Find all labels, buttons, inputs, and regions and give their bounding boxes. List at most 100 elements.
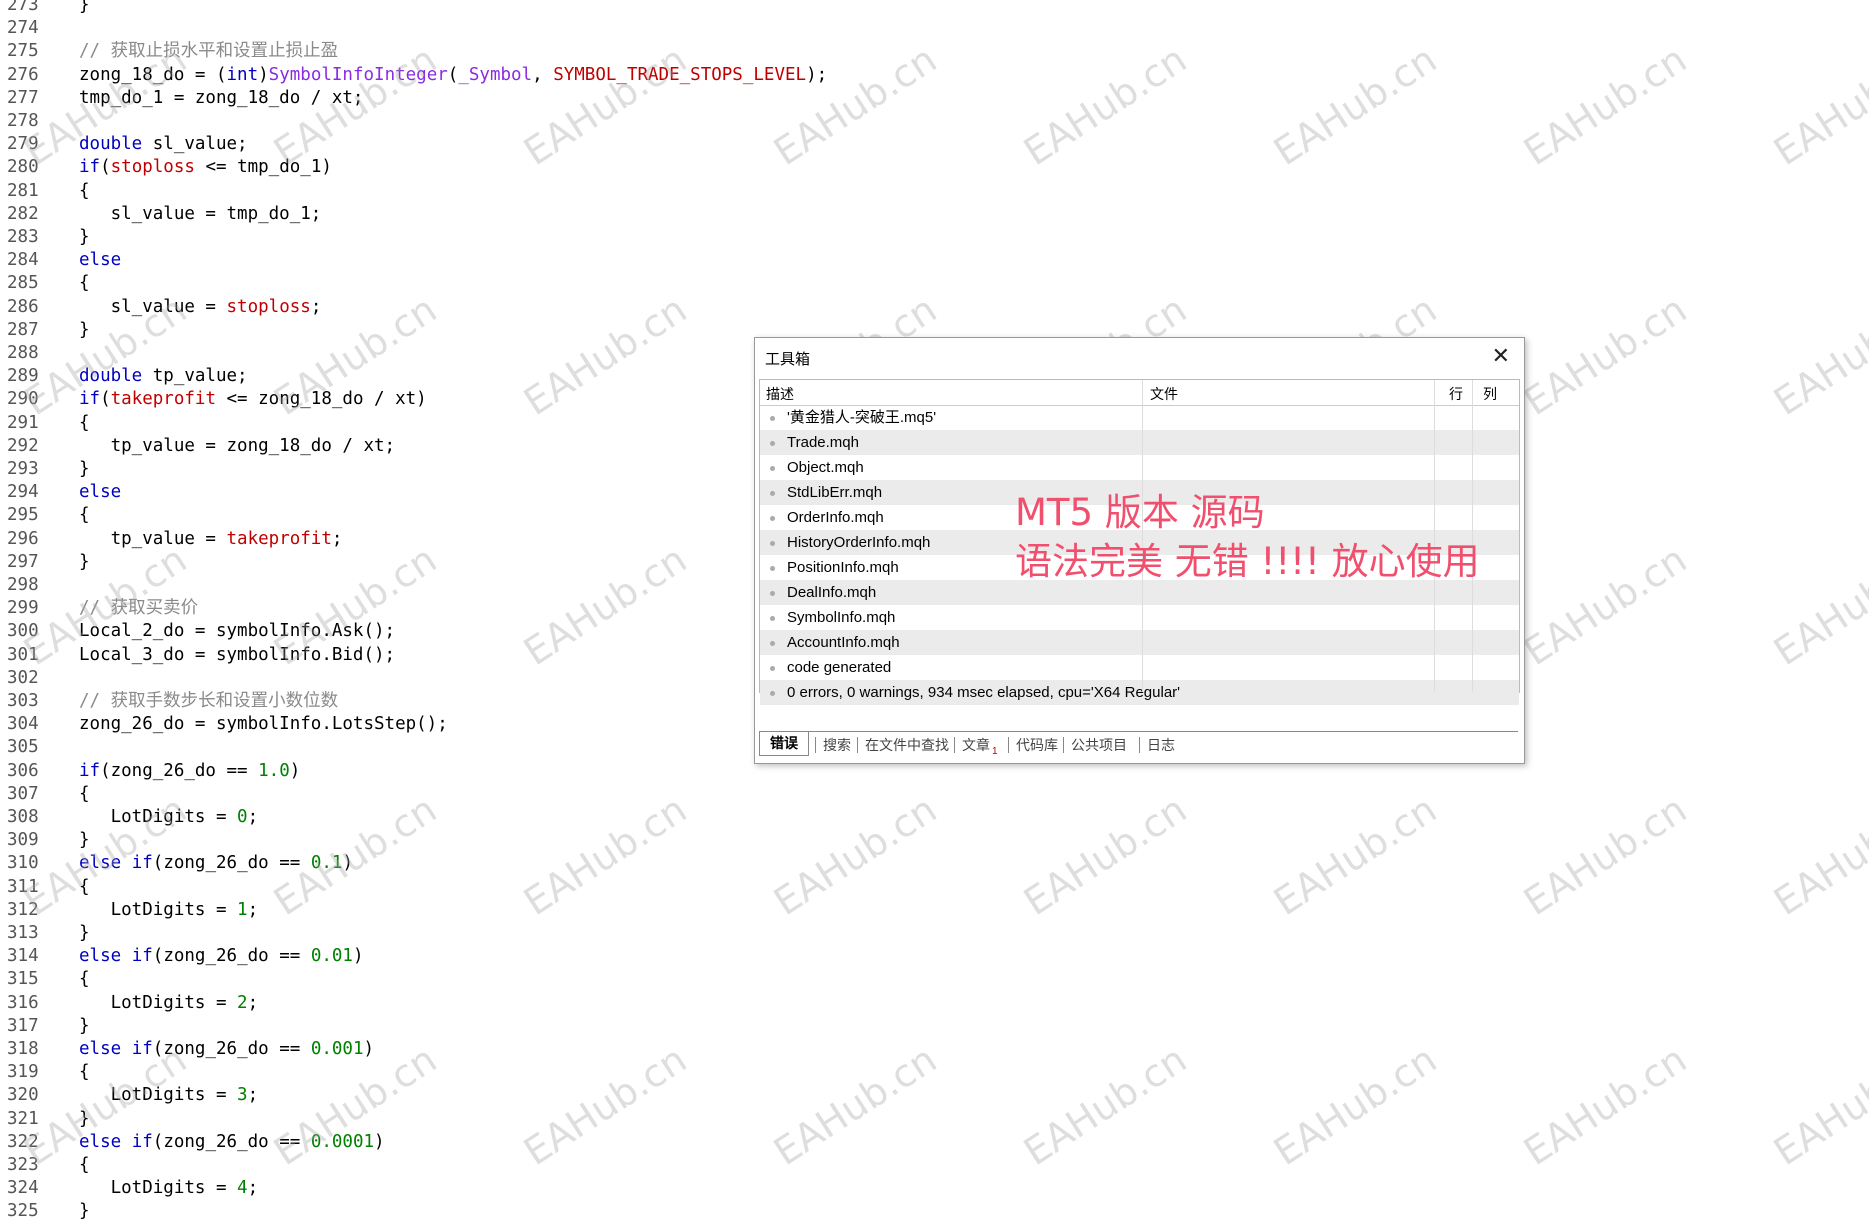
table-row[interactable]: Object.mqh [760, 455, 1519, 480]
code-token: if [131, 853, 153, 874]
code-token: <= tmp_do_1) [194, 157, 332, 178]
code-token: } [79, 1015, 90, 1036]
table-row[interactable]: '黄金猎人-突破王.mq5' [760, 405, 1519, 430]
code-line[interactable]: 322 else if(zong_26_do == 0.0001) [0, 1131, 1869, 1154]
code-token: if [131, 946, 153, 967]
code-token: // 获取手数步长和设置小数位数 [79, 691, 339, 711]
code-line[interactable]: 315 { [0, 968, 1869, 991]
code-token: 2 [237, 992, 248, 1013]
code-token: else [79, 482, 122, 503]
code-line[interactable]: 320 LotDigits = 3; [0, 1084, 1869, 1107]
code-line[interactable]: 310 else if(zong_26_do == 0.1) [0, 852, 1869, 875]
code-token: } [79, 551, 90, 572]
code-line[interactable]: 277 tmp_do_1 = zong_18_do / xt; [0, 87, 1869, 110]
code-line[interactable]: 314 else if(zong_26_do == 0.01) [0, 945, 1869, 968]
tab-articles[interactable]: 文章 1 [962, 735, 998, 757]
code-token: Local_3_do = symbolInfo.Bid(); [79, 644, 396, 665]
column-header-file[interactable]: 文件 [1150, 384, 1178, 404]
row-description: DealInfo.mqh [787, 584, 877, 601]
code-line[interactable]: 284 else [0, 249, 1869, 272]
code-token: } [79, 1201, 90, 1222]
tab-badge: 1 [992, 746, 998, 757]
code-text: { [79, 968, 90, 991]
code-line[interactable]: 325} [0, 1200, 1869, 1223]
code-line[interactable]: 307 { [0, 783, 1869, 806]
code-token: ; [331, 528, 343, 549]
code-line[interactable]: 311 { [0, 876, 1869, 899]
tab-public-projects[interactable]: 公共项目 [1071, 735, 1127, 755]
code-line[interactable]: 312 LotDigits = 1; [0, 899, 1869, 922]
line-number: 280 [7, 157, 39, 178]
code-line[interactable]: 276 zong_18_do = (int)SymbolInfoInteger(_… [0, 64, 1869, 87]
row-description: Object.mqh [787, 459, 864, 476]
code-text: { [79, 1061, 90, 1084]
tab-code-base[interactable]: 代码库 [1016, 735, 1058, 755]
code-token: ) [289, 760, 301, 781]
code-text: zong_18_do = (int)SymbolInfoInteger(_Sym… [79, 64, 827, 87]
tab-errors[interactable]: 错误 [759, 732, 809, 756]
info-dot-icon [770, 591, 775, 596]
table-row[interactable]: SymbolInfo.mqh [760, 605, 1519, 630]
line-number: 323 [7, 1155, 39, 1175]
code-line[interactable]: 279 double sl_value; [0, 133, 1869, 156]
code-line[interactable]: 282 sl_value = tmp_do_1; [0, 203, 1869, 226]
code-line[interactable]: 283} [0, 226, 1869, 249]
code-text: else [79, 481, 121, 504]
code-line[interactable]: 316 LotDigits = 2; [0, 992, 1869, 1015]
code-token: ( [100, 157, 111, 178]
code-token: LotDigits = [79, 992, 238, 1013]
info-dot-icon [770, 566, 775, 571]
code-line[interactable]: 278 [0, 110, 1869, 133]
code-token: LotDigits = [79, 1085, 238, 1106]
code-token: sl_value = tmp_do_1; [79, 203, 322, 224]
column-header-col[interactable]: 列 [1483, 384, 1497, 404]
line-number: 310 [7, 853, 39, 874]
code-text: if(takeprofit <= zong_18_do / xt) [79, 388, 427, 411]
toolbox-title: 工具箱 [765, 351, 811, 368]
line-number: 283 [7, 227, 39, 247]
row-description: code generated [787, 659, 892, 676]
code-line[interactable]: 313} [0, 922, 1869, 945]
code-line[interactable]: 319 { [0, 1061, 1869, 1084]
code-line[interactable]: 285 { [0, 272, 1869, 295]
code-token: } [79, 923, 90, 943]
code-line[interactable]: 280 if(stoploss <= tmp_do_1) [0, 156, 1869, 179]
line-number: 315 [7, 969, 39, 990]
code-line[interactable]: 281 { [0, 180, 1869, 203]
row-description: 0 errors, 0 warnings, 934 msec elapsed, … [787, 684, 1181, 701]
info-dot-icon [770, 641, 775, 646]
line-number: 284 [7, 250, 39, 271]
line-number: 273 [7, 0, 39, 15]
code-line[interactable]: 273} [0, 0, 1869, 17]
tab-search[interactable]: 搜索 [823, 735, 851, 755]
code-token: { [79, 783, 90, 804]
code-text: tp_value = takeprofit; [79, 528, 343, 551]
code-text: { [79, 1154, 90, 1177]
close-icon[interactable]: ✕ [1492, 343, 1510, 369]
column-header-desc[interactable]: 描述 [766, 384, 794, 404]
code-line[interactable]: 309} [0, 829, 1869, 852]
code-line[interactable]: 324 LotDigits = 4; [0, 1177, 1869, 1200]
tab-find-in-files[interactable]: 在文件中查找 [865, 735, 949, 755]
code-token: ) [342, 853, 353, 874]
info-dot-icon [770, 516, 775, 521]
code-token: { [79, 1155, 90, 1175]
code-line[interactable]: 317} [0, 1015, 1869, 1038]
code-line[interactable]: 308 LotDigits = 0; [0, 806, 1869, 829]
code-token: } [79, 459, 90, 479]
table-row[interactable]: 0 errors, 0 warnings, 934 msec elapsed, … [760, 680, 1519, 705]
tab-journal[interactable]: 日志 [1147, 735, 1175, 755]
code-line[interactable]: 286 sl_value = stoploss; [0, 296, 1869, 319]
column-header-row[interactable]: 行 [1449, 384, 1463, 404]
table-row[interactable]: code generated [760, 655, 1519, 680]
code-token: } [79, 319, 90, 340]
code-line[interactable]: 275 // 获取止损水平和设置止损止盈 [0, 40, 1869, 63]
code-line[interactable]: 323 { [0, 1154, 1869, 1177]
code-line[interactable]: 274 [0, 17, 1869, 40]
code-text: } [79, 226, 90, 249]
code-line[interactable]: 318 else if(zong_26_do == 0.001) [0, 1038, 1869, 1061]
table-row[interactable]: Trade.mqh [760, 430, 1519, 455]
code-text: tmp_do_1 = zong_18_do / xt; [79, 87, 363, 110]
table-row[interactable]: AccountInfo.mqh [760, 630, 1519, 655]
code-line[interactable]: 321} [0, 1108, 1869, 1131]
